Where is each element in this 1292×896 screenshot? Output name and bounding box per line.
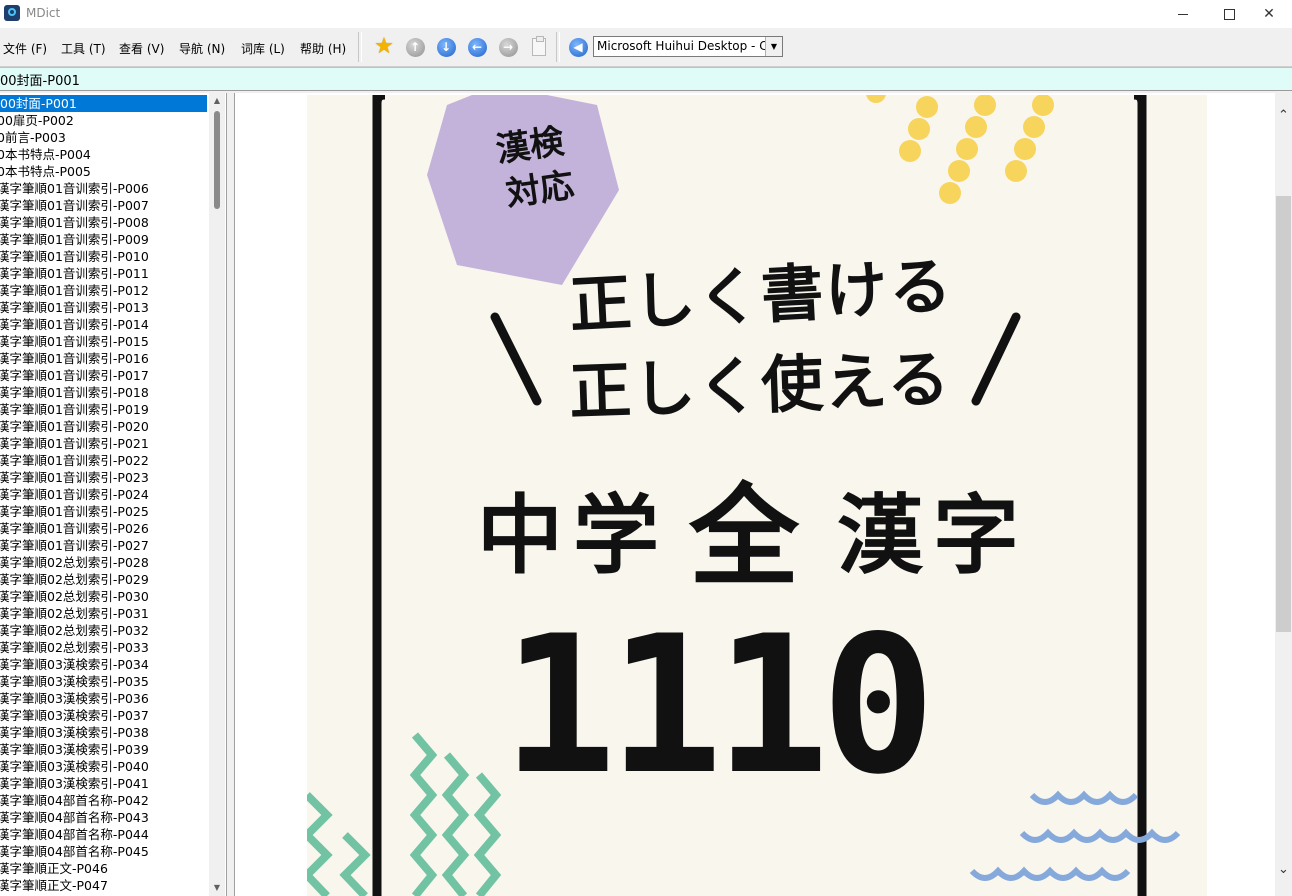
search-bar bbox=[0, 67, 1292, 91]
toolbar-separator bbox=[556, 32, 560, 62]
list-item[interactable]: 漢字筆順01音训索引-P025 bbox=[0, 503, 210, 520]
scroll-thumb[interactable] bbox=[214, 111, 220, 209]
list-item[interactable]: 0本书特点-P005 bbox=[0, 163, 210, 180]
list-item[interactable]: 漢字筆順01音训索引-P023 bbox=[0, 469, 210, 486]
list-item[interactable]: 漢字筆順04部首名称-P044 bbox=[0, 826, 210, 843]
list-item[interactable]: 漢字筆順03漢検索引-P036 bbox=[0, 690, 210, 707]
list-item[interactable]: 漢字筆順01音训索引-P027 bbox=[0, 537, 210, 554]
voice-select[interactable]: Microsoft Huihui Desktop - C ▼ bbox=[593, 36, 783, 57]
scroll-up-icon[interactable]: ▲ bbox=[209, 93, 225, 109]
list-item[interactable]: 漢字筆順01音训索引-P016 bbox=[0, 350, 210, 367]
cover-title-c: 漢字 bbox=[837, 486, 1029, 586]
window-title: MDict bbox=[26, 6, 61, 20]
cover-title-b: 全 bbox=[689, 473, 799, 601]
list-item[interactable]: 漢字筆順01音训索引-P014 bbox=[0, 316, 210, 333]
down-arrow-icon[interactable]: ↓ bbox=[436, 37, 456, 57]
list-item[interactable]: 漢字筆順01音训索引-P019 bbox=[0, 401, 210, 418]
menu-help[interactable]: 帮助 (H) bbox=[300, 40, 346, 57]
menu-tools[interactable]: 工具 (T) bbox=[61, 40, 106, 57]
cover-tagline-2: 正しく使える bbox=[568, 342, 953, 429]
list-item[interactable]: 漢字筆順01音训索引-P021 bbox=[0, 435, 210, 452]
list-item[interactable]: 漢字筆順04部首名称-P042 bbox=[0, 792, 210, 809]
close-button[interactable]: ✕ bbox=[1246, 0, 1292, 28]
search-input[interactable] bbox=[0, 71, 600, 88]
list-item[interactable]: 漢字筆順03漢検索引-P035 bbox=[0, 673, 210, 690]
menu-navigate[interactable]: 导航 (N) bbox=[179, 40, 225, 57]
list-item[interactable]: 漢字筆順01音训索引-P024 bbox=[0, 486, 210, 503]
scroll-thumb[interactable] bbox=[1276, 196, 1291, 632]
list-item[interactable]: 漢字筆順02总划索引-P031 bbox=[0, 605, 210, 622]
definition-pane: 漢検 対応 正しく書ける 正しく使える 中学 全 漢字 1110 bbox=[234, 93, 1292, 896]
speaker-icon[interactable]: ◀ bbox=[568, 37, 588, 57]
list-item[interactable]: 漢字筆順02总划索引-P033 bbox=[0, 639, 210, 656]
chevron-down-icon[interactable]: ▼ bbox=[765, 37, 782, 56]
entry-list-pane: 00封面-P001 00扉页-P002 0前言-P003 0本书特点-P004 0本书特… bbox=[0, 93, 227, 896]
pane-splitter[interactable] bbox=[227, 93, 234, 896]
scroll-up-icon[interactable]: ⌃ bbox=[1275, 107, 1292, 124]
content-scrollbar[interactable]: ⌃ ⌄ bbox=[1275, 93, 1292, 896]
minimize-button[interactable] bbox=[1160, 0, 1206, 28]
back-arrow-icon[interactable]: ← bbox=[467, 37, 487, 57]
menu-library[interactable]: 词库 (L) bbox=[241, 40, 285, 57]
list-item[interactable]: 00扉页-P002 bbox=[0, 112, 210, 129]
list-item[interactable]: 漢字筆順正文-P046 bbox=[0, 860, 210, 877]
list-item[interactable]: 漢字筆順01音训索引-P018 bbox=[0, 384, 210, 401]
list-item[interactable]: 漢字筆順03漢検索引-P037 bbox=[0, 707, 210, 724]
menu-toolbar: 文件 (F) 工具 (T) 查看 (V) 导航 (N) 词库 (L) 帮助 (H… bbox=[0, 28, 1292, 67]
list-item[interactable]: 漢字筆順02总划索引-P032 bbox=[0, 622, 210, 639]
list-item[interactable]: 0本书特点-P004 bbox=[0, 146, 210, 163]
clipboard-icon[interactable] bbox=[529, 36, 549, 57]
list-item[interactable]: 漢字筆順01音训索引-P020 bbox=[0, 418, 210, 435]
scroll-down-icon[interactable]: ⌄ bbox=[1275, 861, 1292, 878]
entry-list: 00封面-P001 00扉页-P002 0前言-P003 0本书特点-P004 0本书特… bbox=[0, 95, 210, 894]
list-item[interactable]: 漢字筆順01音训索引-P007 bbox=[0, 197, 210, 214]
list-item[interactable]: 漢字筆順01音训索引-P026 bbox=[0, 520, 210, 537]
up-arrow-icon[interactable]: ↑ bbox=[405, 37, 425, 57]
list-item[interactable]: 漢字筆順正文-P047 bbox=[0, 877, 210, 894]
list-item[interactable]: 漢字筆順01音训索引-P017 bbox=[0, 367, 210, 384]
list-item[interactable]: 漢字筆順01音训索引-P011 bbox=[0, 265, 210, 282]
list-item[interactable]: 漢字筆順03漢検索引-P040 bbox=[0, 758, 210, 775]
scroll-down-icon[interactable]: ▼ bbox=[209, 880, 225, 896]
cover-title-a: 中学 bbox=[477, 486, 669, 586]
cover-number: 1110 bbox=[502, 595, 936, 816]
star-icon[interactable]: ★ bbox=[374, 36, 394, 58]
list-item[interactable]: 漢字筆順01音训索引-P008 bbox=[0, 214, 210, 231]
list-item[interactable]: 漢字筆順03漢検索引-P041 bbox=[0, 775, 210, 792]
list-item[interactable]: 漢字筆順01音训索引-P006 bbox=[0, 180, 210, 197]
app-icon bbox=[4, 5, 20, 21]
list-item[interactable]: 漢字筆順02总划索引-P028 bbox=[0, 554, 210, 571]
voice-select-value: Microsoft Huihui Desktop - C bbox=[597, 39, 768, 53]
toolbar-separator bbox=[358, 32, 362, 62]
list-item[interactable]: 漢字筆順03漢検索引-P038 bbox=[0, 724, 210, 741]
list-item[interactable]: 漢字筆順03漢検索引-P034 bbox=[0, 656, 210, 673]
list-item[interactable]: 漢字筆順01音训索引-P009 bbox=[0, 231, 210, 248]
list-item[interactable]: 漢字筆順01音训索引-P022 bbox=[0, 452, 210, 469]
list-item[interactable]: 0前言-P003 bbox=[0, 129, 210, 146]
menu-file[interactable]: 文件 (F) bbox=[3, 40, 47, 57]
list-item[interactable]: 漢字筆順02总划索引-P030 bbox=[0, 588, 210, 605]
list-item[interactable]: 漢字筆順01音训索引-P015 bbox=[0, 333, 210, 350]
list-item[interactable]: 漢字筆順04部首名称-P043 bbox=[0, 809, 210, 826]
list-item[interactable]: 漢字筆順01音训索引-P013 bbox=[0, 299, 210, 316]
menu-view[interactable]: 查看 (V) bbox=[119, 40, 164, 57]
title-bar: MDict ✕ bbox=[0, 0, 1292, 28]
list-item[interactable]: 00封面-P001 bbox=[0, 95, 207, 112]
forward-arrow-icon[interactable]: → bbox=[498, 37, 518, 57]
list-scrollbar[interactable]: ▲ ▼ bbox=[209, 93, 225, 896]
book-cover-image: 漢検 対応 正しく書ける 正しく使える 中学 全 漢字 1110 bbox=[307, 95, 1207, 896]
list-item[interactable]: 漢字筆順03漢検索引-P039 bbox=[0, 741, 210, 758]
list-item[interactable]: 漢字筆順01音训索引-P010 bbox=[0, 248, 210, 265]
list-item[interactable]: 漢字筆順02总划索引-P029 bbox=[0, 571, 210, 588]
list-item[interactable]: 漢字筆順04部首名称-P045 bbox=[0, 843, 210, 860]
list-item[interactable]: 漢字筆順01音训索引-P012 bbox=[0, 282, 210, 299]
